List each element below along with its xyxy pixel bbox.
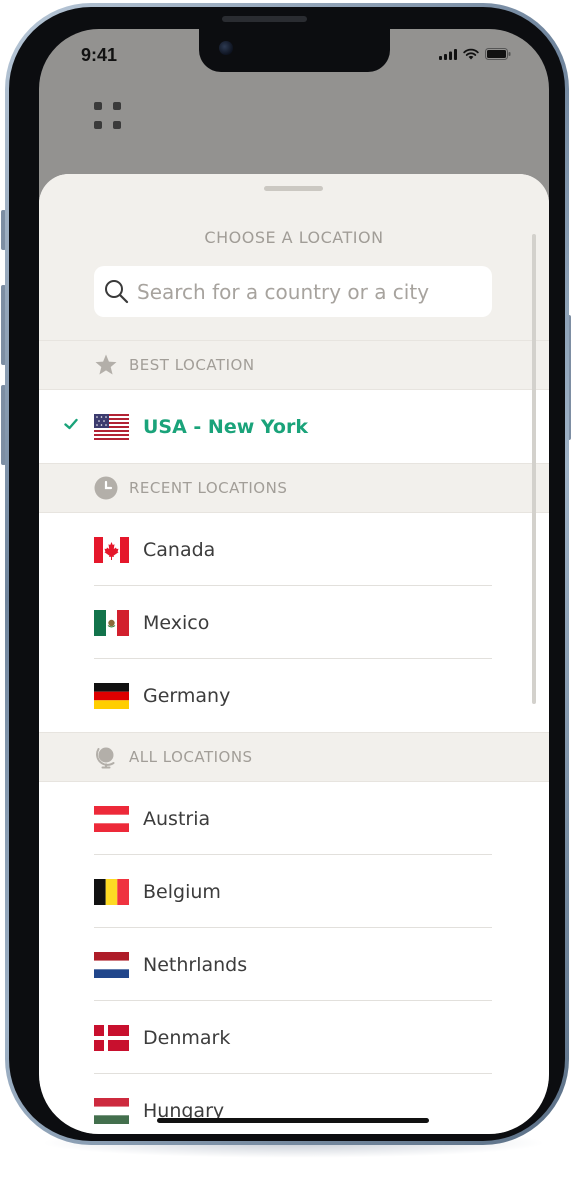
flag-mexico: [94, 609, 129, 636]
section-header-best: BEST LOCATION: [39, 340, 549, 390]
location-name: USA - New York: [143, 415, 308, 438]
list-scrollbar[interactable]: [532, 234, 536, 704]
section-header-label: ALL LOCATIONS: [129, 748, 253, 766]
section-header-label: BEST LOCATION: [129, 356, 255, 374]
camera-icon: [219, 41, 233, 55]
star-icon: [94, 353, 118, 377]
earpiece-speaker: [222, 16, 307, 22]
status-time: 9:41: [81, 45, 118, 65]
location-row[interactable]: Austria: [39, 782, 549, 855]
location-name: Nethrlands: [143, 953, 248, 976]
location-name: Belgium: [143, 880, 221, 903]
location-row[interactable]: Germany: [39, 659, 549, 732]
location-name: Austria: [143, 807, 211, 830]
phone-bezel: 9:41 CHOOSE A LOCATION Search for a coun…: [9, 7, 565, 1141]
location-name: Denmark: [143, 1026, 231, 1049]
phone-frame: 9:41 CHOOSE A LOCATION Search for a coun…: [5, 3, 569, 1145]
flag-denmark: [94, 1024, 129, 1051]
location-row[interactable]: Nethrlands: [39, 928, 549, 1001]
location-row[interactable]: Belgium: [39, 855, 549, 928]
section-header-recent: RECENT LOCATIONS: [39, 463, 549, 513]
checkmark-icon: [64, 418, 78, 430]
location-row[interactable]: Mexico: [39, 586, 549, 659]
flag-germany: [94, 682, 129, 709]
location-sheet: CHOOSE A LOCATION Search for a country o…: [39, 174, 549, 1134]
location-row[interactable]: Canada: [39, 513, 549, 586]
section-header-all: ALL LOCATIONS: [39, 732, 549, 782]
sheet-grabber[interactable]: [264, 186, 323, 191]
cellular-signal-icon: [439, 48, 457, 60]
flag-canada: [94, 536, 129, 563]
flag-netherlands: [94, 951, 129, 978]
location-name: Germany: [143, 684, 231, 707]
clock-icon: [94, 476, 118, 500]
search-input[interactable]: [137, 279, 492, 304]
menu-grid-icon[interactable]: [94, 102, 124, 132]
location-name: Canada: [143, 538, 216, 561]
flag-austria: [94, 805, 129, 832]
location-row-selected[interactable]: USA - New York: [39, 390, 549, 463]
battery-icon: [485, 48, 511, 60]
location-name: Mexico: [143, 611, 210, 634]
home-indicator[interactable]: [157, 1118, 429, 1123]
status-icons: [439, 48, 511, 60]
globe-icon: [94, 745, 118, 769]
location-row[interactable]: Denmark: [39, 1001, 549, 1074]
screen: 9:41 CHOOSE A LOCATION Search for a coun…: [39, 29, 549, 1134]
notch: [199, 29, 390, 72]
search-icon: [105, 280, 129, 304]
section-header-label: RECENT LOCATIONS: [129, 479, 288, 497]
sheet-header: CHOOSE A LOCATION: [39, 174, 549, 340]
flag-hungary: [94, 1097, 129, 1124]
wifi-icon: [463, 48, 479, 60]
sheet-title: CHOOSE A LOCATION: [204, 228, 384, 247]
location-row[interactable]: Hungary: [39, 1074, 549, 1134]
search-box[interactable]: [94, 266, 492, 317]
flag-usa: [94, 413, 129, 440]
flag-belgium: [94, 878, 129, 905]
